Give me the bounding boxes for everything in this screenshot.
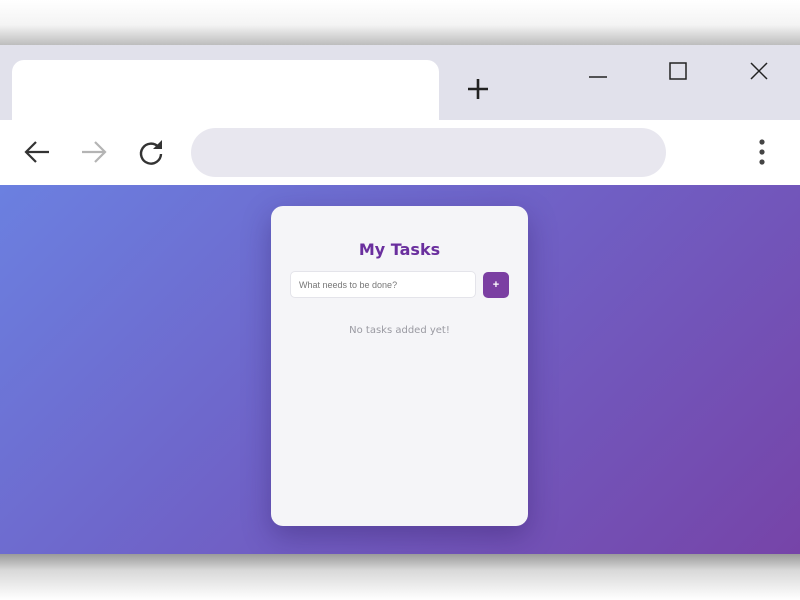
empty-state-message: No tasks added yet! [349,325,450,336]
title-bar [0,45,800,122]
forward-arrow-icon [82,141,107,163]
add-task-button[interactable]: + [483,272,509,298]
new-tab-button[interactable] [462,73,494,105]
maximize-button[interactable] [652,55,704,87]
browser-toolbar [0,120,800,185]
back-arrow-icon [24,141,49,163]
forward-button[interactable] [76,134,112,170]
task-input[interactable] [290,271,476,298]
address-bar[interactable] [191,128,666,177]
minimize-icon [589,76,607,78]
kebab-menu-icon [759,139,765,165]
back-button[interactable] [19,134,55,170]
reload-icon [139,140,163,165]
page-content: My Tasks + No tasks added yet! [0,185,800,554]
reload-button[interactable] [133,134,169,170]
window-shadow-bottom [0,554,800,600]
browser-window: My Tasks + No tasks added yet! [0,45,800,554]
maximize-icon [669,62,687,80]
close-window-button[interactable] [733,55,785,87]
todo-card: My Tasks + No tasks added yet! [271,206,528,526]
browser-tab[interactable] [12,60,439,122]
page-title: My Tasks [358,240,441,259]
browser-menu-button[interactable] [744,134,780,170]
close-icon [750,62,768,80]
plus-icon [468,79,488,99]
window-shadow-top [0,0,800,45]
minimize-button[interactable] [572,55,624,87]
